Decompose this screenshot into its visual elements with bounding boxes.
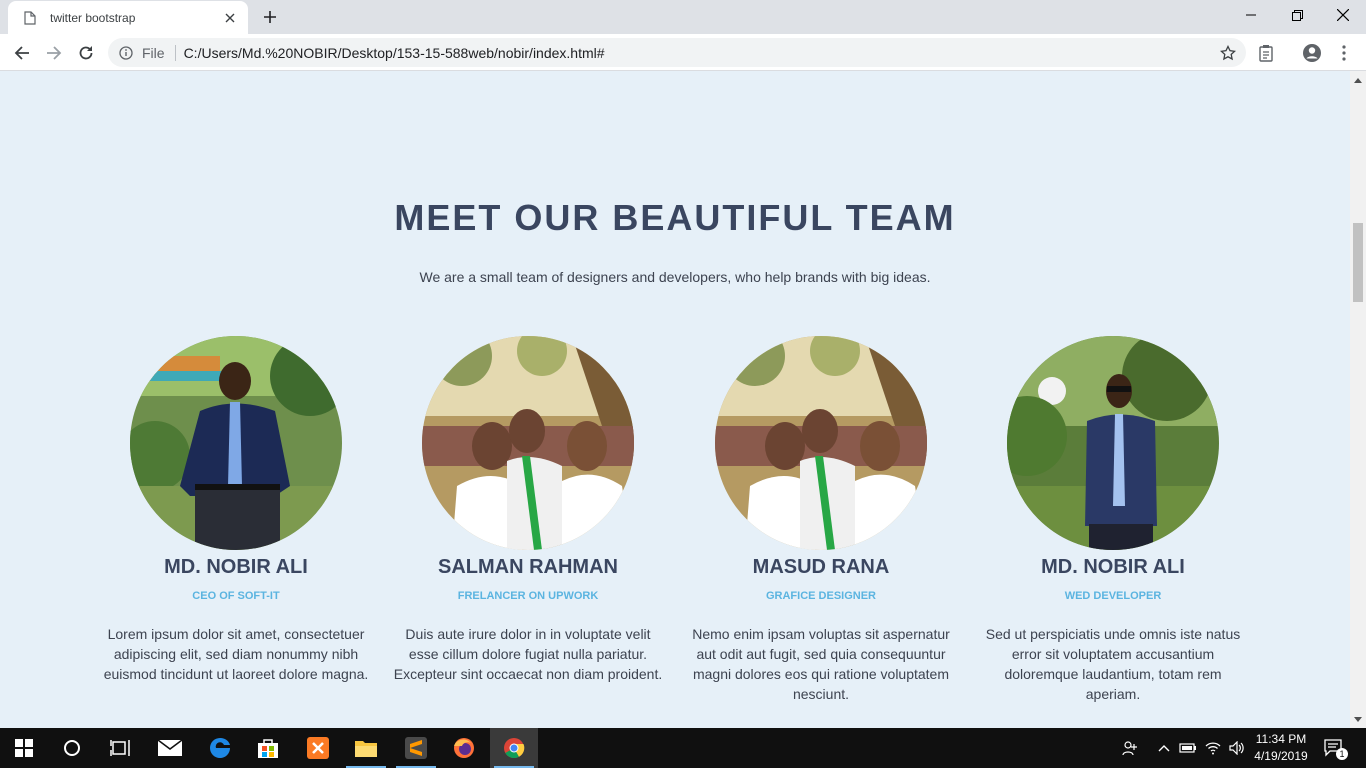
member-role: GRAFICE DESIGNER	[765, 590, 876, 602]
scroll-down-arrow-icon[interactable]	[1350, 712, 1366, 726]
section-subtitle: We are a small team of designers and dev…	[419, 269, 931, 285]
section-title: MEET OUR BEAUTIFUL TEAM	[394, 197, 956, 238]
member-name: MASUD RANA	[752, 556, 890, 578]
file-scheme-label: File	[142, 44, 165, 61]
scrollbar-thumb[interactable]	[1353, 223, 1363, 302]
member-role: CEO OF SOFT-IT	[192, 590, 280, 602]
volume-icon[interactable]	[1227, 738, 1247, 758]
windows-taskbar: 11:34 PM 4/19/2019 1	[0, 728, 1366, 768]
xampp-icon[interactable]	[294, 728, 342, 768]
restore-button[interactable]	[1274, 0, 1320, 30]
wifi-icon[interactable]	[1203, 738, 1223, 758]
member-name: MD. NOBIR ALI	[1041, 556, 1185, 578]
people-icon[interactable]	[1120, 738, 1140, 758]
member-bio: Nemo enim ipsam voluptas sit aspernatur …	[692, 626, 950, 702]
page-scrollbar[interactable]	[1350, 71, 1366, 728]
store-icon[interactable]	[244, 728, 292, 768]
sublime-text-icon[interactable]	[392, 728, 440, 768]
team-member-card: MD. NOBIR ALI CEO OF SOFT-IT Lorem ipsum…	[101, 336, 371, 684]
show-hidden-icons-chevron-icon[interactable]	[1154, 738, 1174, 758]
search-circle-icon[interactable]	[48, 728, 96, 768]
reload-button[interactable]	[72, 39, 100, 67]
address-bar[interactable]: File C:/Users/Md.%20NOBIR/Desktop/153-15…	[108, 38, 1246, 67]
minimize-button[interactable]	[1228, 0, 1274, 30]
document-icon	[22, 10, 38, 26]
team-member-card: SALMAN RAHMAN FRELANCER ON UPWORK Duis a…	[393, 336, 663, 684]
url-text[interactable]: C:/Users/Md.%20NOBIR/Desktop/153-15-588w…	[184, 45, 1216, 61]
browser-toolbar: File C:/Users/Md.%20NOBIR/Desktop/153-15…	[0, 34, 1366, 71]
member-bio: Lorem ipsum dolor sit amet, consectetuer…	[103, 626, 369, 682]
windows-start-icon[interactable]	[0, 728, 48, 768]
team-section: MEET OUR BEAUTIFUL TEAM We are a small t…	[0, 71, 1350, 728]
member-bio: Duis aute irure dolor in in voluptate ve…	[393, 626, 663, 682]
bookmark-star-icon[interactable]	[1216, 41, 1240, 65]
action-center-icon[interactable]: 1	[1322, 738, 1348, 760]
member-bio: Sed ut perspiciatis unde omnis iste natu…	[985, 626, 1241, 702]
member-name: SALMAN RAHMAN	[438, 556, 618, 578]
clock-time: 11:34 PM	[1255, 732, 1307, 746]
menu-kebab-icon[interactable]	[1332, 41, 1356, 65]
extension-clipboard-icon[interactable]	[1254, 41, 1278, 65]
member-photo	[715, 336, 927, 550]
close-tab-icon[interactable]	[222, 10, 238, 26]
edge-browser-icon[interactable]	[196, 728, 244, 768]
info-icon[interactable]	[118, 45, 134, 61]
team-member-card: MD. NOBIR ALI WED DEVELOPER Sed ut persp…	[978, 336, 1248, 704]
forward-button[interactable]	[40, 39, 68, 67]
member-photo	[130, 336, 342, 550]
task-view-icon[interactable]	[96, 728, 144, 768]
member-photo	[422, 336, 634, 550]
mail-icon[interactable]	[146, 728, 194, 768]
member-photo	[1007, 336, 1219, 550]
member-name: MD. NOBIR ALI	[164, 556, 308, 578]
tab-strip: twitter bootstrap	[0, 0, 1366, 34]
close-window-button[interactable]	[1320, 0, 1366, 30]
member-role: FRELANCER ON UPWORK	[457, 590, 599, 602]
browser-tab[interactable]: twitter bootstrap	[8, 1, 248, 34]
clock-date: 4/19/2019	[1254, 749, 1308, 763]
profile-avatar-icon[interactable]	[1300, 41, 1324, 65]
team-member-card: MASUD RANA GRAFICE DESIGNER Nemo enim ip…	[686, 336, 956, 704]
file-explorer-icon[interactable]	[342, 728, 390, 768]
back-button[interactable]	[8, 39, 36, 67]
system-clock[interactable]: 11:34 PM 4/19/2019	[1250, 731, 1312, 765]
notification-count-badge: 1	[1336, 748, 1348, 760]
address-separator	[174, 44, 176, 61]
tab-title: twitter bootstrap	[50, 10, 136, 25]
new-tab-button[interactable]	[258, 6, 282, 28]
chrome-icon[interactable]	[490, 728, 538, 768]
battery-icon[interactable]	[1178, 738, 1198, 758]
member-role: WED DEVELOPER	[1064, 590, 1162, 602]
firefox-icon[interactable]	[440, 728, 488, 768]
scroll-up-arrow-icon[interactable]	[1350, 73, 1366, 87]
